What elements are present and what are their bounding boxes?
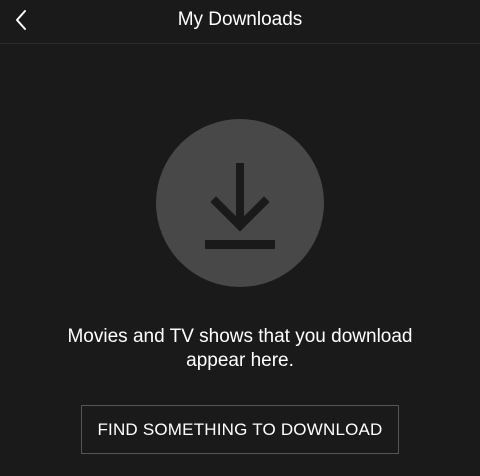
page-title: My Downloads [177, 9, 303, 30]
top-navigation-bar: My Downloads [0, 0, 480, 44]
download-badge [156, 119, 324, 287]
empty-state-message-line1: Movies and TV shows that you download [67, 326, 413, 347]
download-icon [205, 163, 275, 249]
find-something-to-download-button[interactable]: FIND SOMETHING TO DOWNLOAD [81, 405, 399, 454]
empty-state-message: Movies and TV shows that you download ap… [40, 325, 440, 373]
empty-state-message-line2: appear here. [186, 350, 294, 371]
